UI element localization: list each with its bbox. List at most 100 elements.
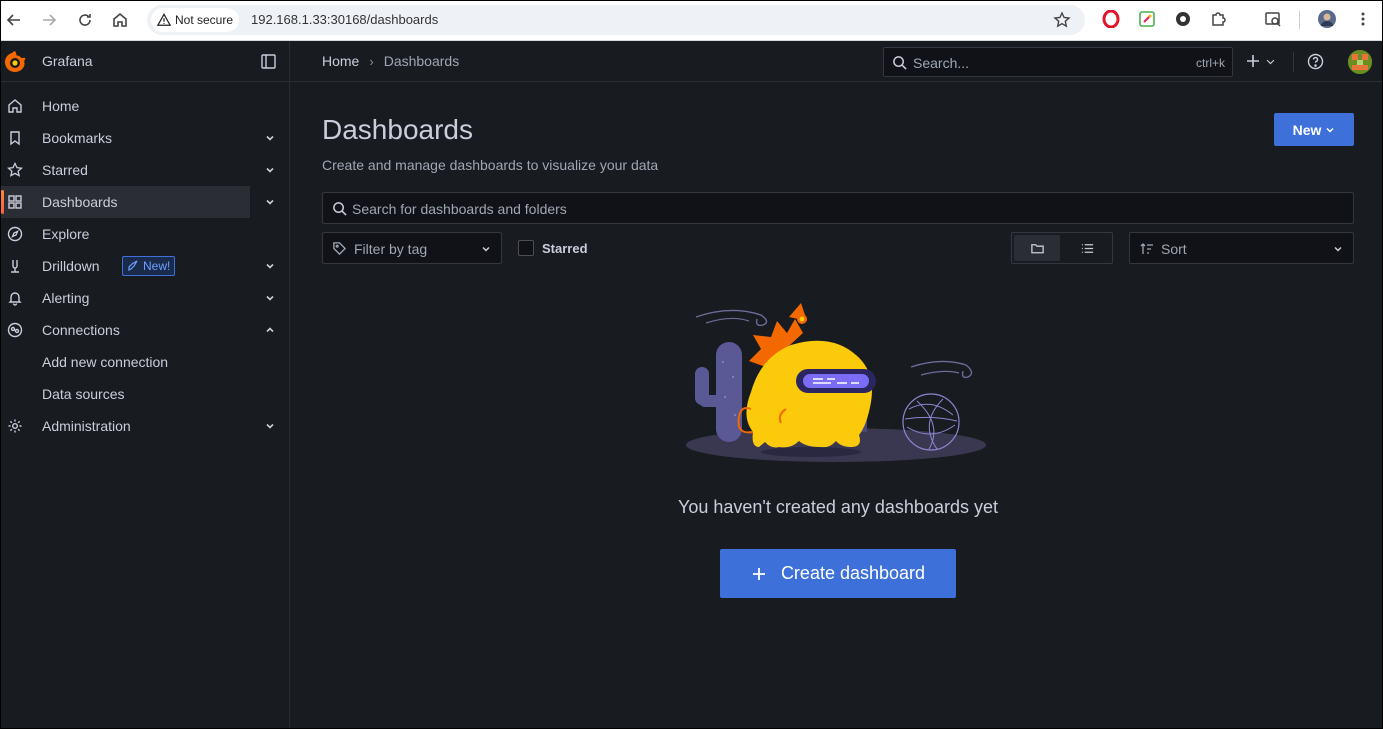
drilldown-icon [11, 260, 19, 273]
grafana-logo-icon[interactable] [3, 50, 27, 74]
chevron-up-icon[interactable] [264, 324, 276, 336]
tag-icon [333, 242, 347, 256]
sidebar-item-label: Bookmarks [42, 130, 113, 146]
avatar-pattern-icon [1348, 50, 1372, 74]
create-dashboard-button[interactable]: Create dashboard [720, 549, 956, 598]
sidebar-item-label: Drilldown [42, 258, 100, 274]
chevron-down-icon[interactable] [264, 292, 276, 304]
security-chip[interactable]: Not secure [151, 8, 239, 32]
sidebar-item-administration[interactable]: Administration [1, 410, 290, 442]
chevron-down-icon[interactable] [264, 164, 276, 176]
dashboard-search-placeholder: Search for dashboards and folders [352, 201, 567, 217]
view-toggle [1011, 232, 1113, 264]
compass-icon [7, 226, 23, 242]
sort-select[interactable]: Sort [1129, 232, 1354, 264]
chevron-down-icon[interactable] [264, 260, 276, 272]
sort-placeholder: Sort [1161, 241, 1187, 257]
chevron-down-icon[interactable] [264, 132, 276, 144]
top-search-input[interactable]: Search... ctrl+k [883, 47, 1233, 77]
new-button-label: New [1292, 121, 1322, 138]
plus-icon [752, 567, 765, 580]
opera-icon[interactable] [1101, 9, 1121, 29]
chevron-down-icon [482, 246, 490, 252]
folder-view-button[interactable] [1014, 235, 1060, 261]
browser-toolbar: Not secure 192.168.1.33:30168/dashboards [1, 1, 1382, 41]
sidebar-item-alerting[interactable]: Alerting [1, 282, 290, 314]
breadcrumb-current[interactable]: Dashboards [384, 53, 460, 69]
sidebar-item-label: Dashboards [42, 194, 118, 210]
grafana-topbar: Grafana Home › Dashboards Search... ctrl… [1, 41, 1382, 82]
main-content: Dashboards Create and manage dashboards … [291, 82, 1382, 728]
apps-icon [8, 195, 22, 209]
filter-by-tag-select[interactable]: Filter by tag [322, 232, 502, 264]
folder-icon [1030, 243, 1044, 253]
topbar-divider [1293, 52, 1294, 72]
create-dashboard-label: Create dashboard [780, 563, 926, 583]
chevron-down-icon[interactable] [264, 196, 276, 208]
toolbar-divider [1299, 11, 1300, 29]
browser-menu-icon[interactable] [1353, 9, 1373, 29]
sidebar-item-bookmarks[interactable]: Bookmarks [1, 122, 290, 154]
empty-state-message: You haven't created any dashboards yet [677, 497, 998, 517]
address-bar[interactable]: Not secure 192.168.1.33:30168/dashboards [147, 5, 1085, 35]
add-menu-button[interactable] [1245, 51, 1279, 71]
extension-edit-icon[interactable] [1137, 9, 1157, 29]
forward-icon[interactable] [38, 9, 60, 31]
sidebar-item-explore[interactable]: Explore [1, 218, 290, 250]
list-view-button[interactable] [1064, 235, 1110, 261]
new-button[interactable]: New [1274, 113, 1354, 146]
sidebar-item-label: Starred [42, 162, 88, 178]
screen: Not secure 192.168.1.33:30168/dashboards [1, 1, 1382, 728]
back-icon[interactable] [3, 9, 25, 31]
url-text: 192.168.1.33:30168/dashboards [251, 12, 439, 27]
brand-name: Grafana [42, 53, 93, 69]
sidebar-item-starred[interactable]: Starred [1, 154, 290, 186]
sidebar-item-label: Home [42, 98, 80, 114]
security-label: Not secure [175, 13, 234, 27]
chevron-down-icon[interactable] [264, 420, 276, 432]
cog-icon [8, 419, 22, 433]
star-icon [7, 162, 23, 177]
breadcrumb: Home › Dashboards [322, 53, 459, 69]
extensions-puzzle-icon[interactable] [1209, 9, 1229, 29]
help-icon[interactable] [1307, 53, 1324, 70]
profile-avatar-icon[interactable] [1317, 9, 1337, 29]
dock-menu-icon[interactable] [260, 53, 277, 70]
sidebar-item-dashboards[interactable]: Dashboards [1, 186, 250, 218]
filter-by-tag-placeholder: Filter by tag [354, 241, 428, 257]
search-shortcut: ctrl+k [1195, 56, 1225, 70]
sidebar-nav: Home Bookmarks Starred Dashboards Explor… [1, 82, 290, 728]
page-title: Dashboards [322, 114, 473, 145]
chevron-down-icon [1334, 246, 1342, 252]
home-browser-icon[interactable] [109, 9, 131, 31]
extension-gear-icon[interactable] [1173, 9, 1193, 29]
list-icon [1081, 243, 1093, 253]
starred-label[interactable]: Starred [542, 241, 588, 256]
connections-icon [7, 322, 23, 338]
sidebar-item-drilldown[interactable]: Drilldown New! [1, 250, 290, 282]
rocket-icon [128, 260, 138, 271]
bell-icon [8, 292, 22, 306]
top-search-placeholder: Search... [913, 55, 970, 71]
breadcrumb-home[interactable]: Home [322, 53, 359, 69]
sidebar-subitem-label: Data sources [42, 386, 125, 402]
user-avatar[interactable] [1348, 50, 1372, 74]
reload-icon[interactable] [74, 9, 96, 31]
sidebar-item-label: Connections [42, 322, 120, 338]
sidebar-item-home[interactable]: Home [1, 90, 290, 122]
brand-area: Grafana [1, 41, 290, 82]
sidebar-item-connections[interactable]: Connections [1, 314, 290, 346]
dashboard-search-input[interactable]: Search for dashboards and folders [322, 192, 1354, 224]
sort-icon [1140, 243, 1153, 254]
bookmark-icon [10, 131, 20, 146]
bookmark-star-icon[interactable] [1053, 11, 1071, 29]
chevron-down-icon [1266, 59, 1275, 64]
new-badge: New! [122, 256, 176, 276]
new-badge-label: New! [143, 259, 171, 273]
search-icon [333, 202, 347, 216]
sidebar-item-data-sources[interactable]: Data sources [1, 378, 290, 410]
tab-search-icon[interactable] [1263, 9, 1283, 29]
starred-checkbox[interactable] [518, 240, 534, 256]
sidebar-item-add-new-connection[interactable]: Add new connection [1, 346, 290, 378]
search-icon [893, 56, 907, 70]
